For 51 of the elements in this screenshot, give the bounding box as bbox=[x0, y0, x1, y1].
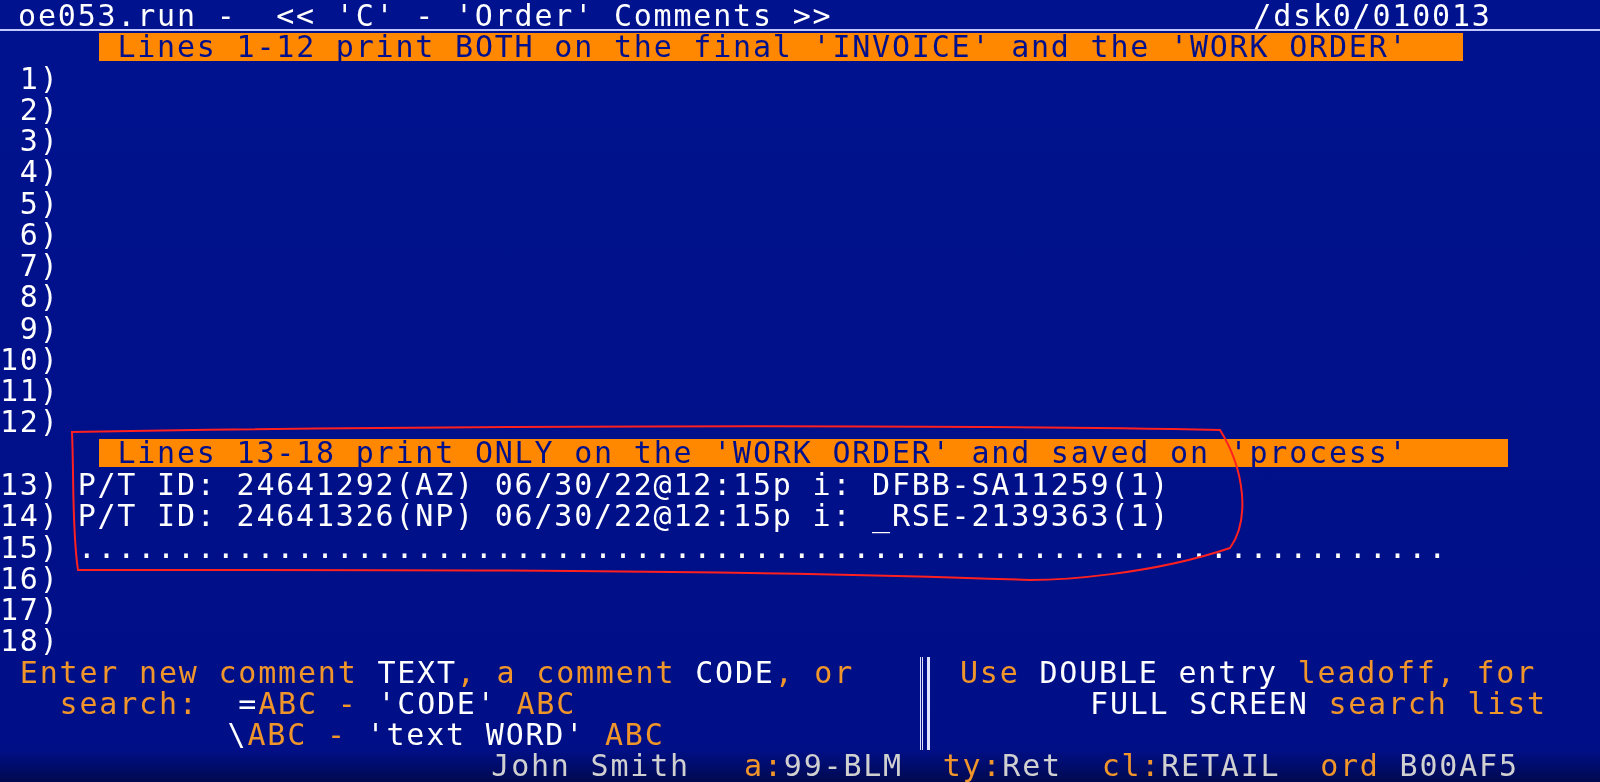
help-text: leadoff, for bbox=[1296, 656, 1536, 688]
status-value: B00AF5 bbox=[1399, 750, 1519, 782]
line-number: 4) bbox=[18, 156, 60, 188]
key-text: DOUBLE entry bbox=[1039, 656, 1278, 688]
help-text: ABC bbox=[515, 687, 577, 720]
section-banner: Lines 13-18 print ONLY on the 'WORK ORDER' and saved on 'process' bbox=[99, 439, 1509, 468]
help-text: ABC bbox=[603, 719, 665, 751]
help-text: Use bbox=[960, 656, 1021, 688]
section-banner: Lines 1-12 print BOTH on the final 'INVOICE' and the 'WORK ORDER' bbox=[99, 32, 1463, 61]
line-number: 7) bbox=[18, 250, 60, 282]
help-text: , or bbox=[774, 656, 855, 688]
line-number: 6) bbox=[18, 218, 60, 251]
comment-line[interactable]: P/T ID: 24641292(AZ) 06/30/22@12:15p i: DFBB-SA11259(1) bbox=[77, 469, 1171, 501]
help-text: ABC - bbox=[258, 687, 359, 720]
key-text: TEXT bbox=[377, 656, 457, 688]
line-number: 2) bbox=[18, 93, 60, 126]
help-text: ABC - bbox=[247, 719, 348, 751]
line-number: 8) bbox=[18, 281, 60, 313]
line-number: 18) bbox=[0, 625, 60, 657]
help-text: , a comment bbox=[456, 656, 677, 688]
help-text: search list bbox=[1328, 687, 1547, 720]
customer-name: John Smith bbox=[491, 750, 690, 782]
line-number: 1) bbox=[18, 62, 60, 94]
key-text: CODE bbox=[695, 656, 775, 688]
line-number: 15) bbox=[0, 531, 60, 563]
line-number: 9) bbox=[18, 312, 60, 344]
help-text: Enter new comment bbox=[19, 656, 359, 688]
status-value: 99-BLM bbox=[783, 750, 903, 782]
key-text: = bbox=[238, 687, 259, 720]
line-number: 14) bbox=[0, 500, 60, 532]
window-title: oe053.run - << 'C' - 'Order' Comments >> bbox=[18, 0, 833, 32]
status-label: a: bbox=[744, 750, 784, 782]
key-text: \ bbox=[227, 719, 248, 751]
comment-line[interactable]: P/T ID: 24641326(NP) 06/30/22@12:15p i: _RSE-2139363(1) bbox=[77, 500, 1171, 532]
key-text: 'CODE' bbox=[377, 687, 497, 720]
line-number: 10) bbox=[0, 343, 60, 376]
status-label: cl: bbox=[1101, 750, 1162, 782]
status-value: RETAIL bbox=[1161, 750, 1281, 782]
line-number: 16) bbox=[0, 562, 60, 595]
line-number: 11) bbox=[0, 375, 60, 407]
help-text: search: bbox=[59, 687, 200, 720]
file-path: /dsk0/010013 bbox=[1253, 0, 1492, 32]
line-number: 13) bbox=[0, 469, 60, 501]
status-label: ord bbox=[1320, 750, 1380, 782]
line-number: 17) bbox=[0, 594, 60, 626]
line-number: 12) bbox=[0, 406, 60, 438]
line-number: 3) bbox=[18, 125, 60, 157]
key-text: 'text WORD' bbox=[366, 719, 586, 751]
line-number: 5) bbox=[18, 187, 60, 219]
status-label: ty: bbox=[942, 750, 1003, 782]
status-value: Ret bbox=[1002, 750, 1062, 782]
